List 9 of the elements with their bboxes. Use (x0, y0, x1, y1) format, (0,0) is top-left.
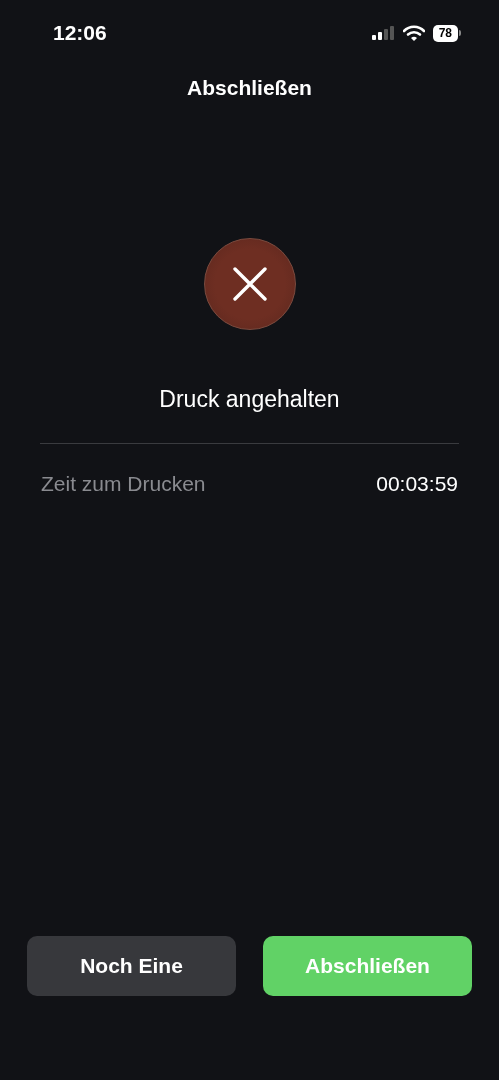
screen-title: Abschließen (186, 76, 313, 100)
battery-level: 78 (432, 24, 458, 42)
detail-value: 00:03:59 (376, 472, 458, 496)
again-button[interactable]: Noch Eine (27, 936, 236, 996)
status-message: Druck angehalten (158, 386, 341, 413)
detail-label: Zeit zum Drucken (41, 472, 206, 496)
signal-icon (371, 26, 395, 40)
wifi-icon (402, 25, 425, 41)
status-time: 12:06 (53, 21, 107, 45)
